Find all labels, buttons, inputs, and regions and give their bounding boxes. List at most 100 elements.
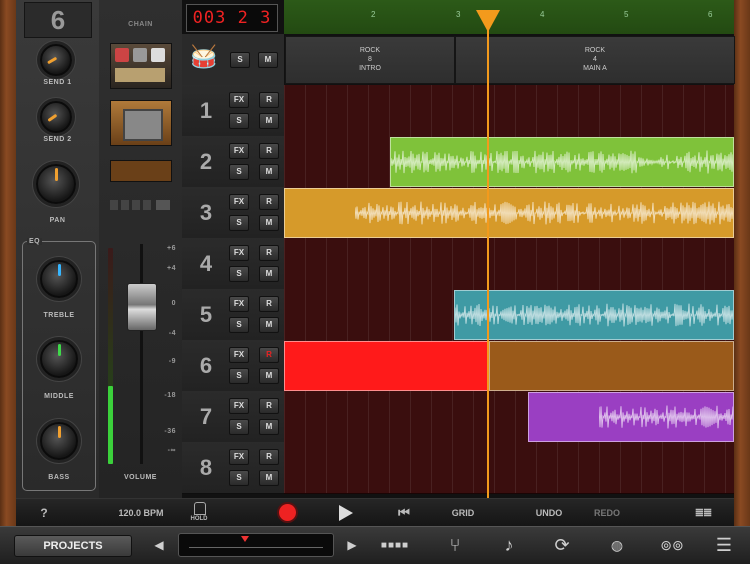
record-arm-button[interactable]: R — [259, 194, 279, 210]
track-header-3[interactable]: 3 FX R S M — [182, 187, 284, 239]
chain-title: CHAIN — [128, 21, 153, 28]
music-note-icon[interactable]: ♪ — [492, 527, 526, 564]
timeline-ruler[interactable]: 2 3 4 5 6 — [284, 0, 734, 34]
solo-button[interactable]: S — [229, 266, 249, 282]
track-lane-2[interactable] — [284, 136, 734, 188]
send2-knob[interactable] — [40, 101, 72, 133]
audio-region[interactable] — [454, 290, 734, 340]
fx-button[interactable]: FX — [229, 92, 249, 108]
fx-button[interactable]: FX — [229, 194, 249, 210]
record-button[interactable] — [279, 504, 296, 521]
record-arm-button[interactable]: R — [259, 296, 279, 312]
track-lane-4[interactable] — [284, 238, 734, 290]
audio-region[interactable] — [284, 341, 489, 391]
hold-icon[interactable] — [194, 502, 206, 515]
track-header-4[interactable]: 4 FX R S M — [182, 238, 284, 290]
fader-scale-mark: +6 — [167, 245, 176, 252]
fx-button[interactable]: FX — [229, 449, 249, 465]
scrub-right-icon[interactable]: ▶ — [335, 527, 369, 564]
solo-button[interactable]: S — [229, 113, 249, 129]
tuner-fork-icon[interactable]: ⑂ — [438, 527, 472, 564]
track-lane-8[interactable] — [284, 442, 734, 494]
drum-mute-button[interactable]: M — [258, 52, 278, 68]
track-lane-7[interactable] — [284, 391, 734, 443]
solo-button[interactable]: S — [229, 470, 249, 486]
track-lane-3[interactable] — [284, 187, 734, 239]
tempo-display[interactable]: 120.0 BPM — [111, 499, 171, 527]
solo-button[interactable]: S — [229, 317, 249, 333]
pan-knob[interactable] — [36, 164, 76, 204]
section-intro[interactable]: ROCK 8 INTRO — [285, 36, 455, 84]
audio-region[interactable] — [284, 188, 734, 238]
track-header-5[interactable]: 5 FX R S M — [182, 289, 284, 341]
mute-button[interactable]: M — [259, 368, 279, 384]
playhead-marker[interactable] — [476, 10, 500, 32]
help-button[interactable]: ? — [34, 499, 54, 527]
record-arm-button[interactable]: R — [259, 398, 279, 414]
track-header-6[interactable]: 6 FX R S M — [182, 340, 284, 392]
audio-region[interactable] — [528, 392, 734, 442]
audio-region[interactable] — [489, 341, 734, 391]
record-arm-button[interactable]: R — [259, 92, 279, 108]
mute-button[interactable]: M — [259, 113, 279, 129]
fx-button[interactable]: FX — [229, 398, 249, 414]
track-lane-1[interactable] — [284, 85, 734, 137]
rewind-to-start-icon[interactable]: ⏮ — [391, 499, 417, 527]
amp-thumbnail[interactable] — [110, 100, 172, 146]
play-button[interactable] — [339, 505, 353, 521]
solo-button[interactable]: S — [229, 368, 249, 384]
fx-button[interactable]: FX — [229, 245, 249, 261]
track-header-2[interactable]: 2 FX R S M — [182, 136, 284, 188]
section-main-a[interactable]: ROCK 4 MAIN A — [455, 36, 735, 84]
redo-button[interactable]: REDO — [588, 499, 626, 527]
fader-scale-mark: -4 — [168, 330, 176, 337]
undo-button[interactable]: UNDO — [530, 499, 568, 527]
waveform-view-icon[interactable]: ≣≣ — [690, 499, 716, 527]
drum-solo-button[interactable]: S — [230, 52, 250, 68]
tape-recorder-icon[interactable]: ⊚⊚ — [655, 527, 689, 564]
mute-button[interactable]: M — [259, 419, 279, 435]
fx-button[interactable]: FX — [229, 296, 249, 312]
loop-icon[interactable]: ⟳ — [545, 527, 579, 564]
middle-knob[interactable] — [40, 340, 78, 378]
track-lane-5[interactable] — [284, 289, 734, 341]
scrub-left-icon[interactable]: ◀ — [142, 527, 176, 564]
mute-button[interactable]: M — [259, 317, 279, 333]
bass-knob[interactable] — [40, 422, 78, 460]
effect-thumbnail[interactable] — [110, 160, 172, 182]
volume-label: VOLUME — [124, 474, 157, 481]
song-scrubber[interactable] — [178, 533, 334, 557]
track-lane-6[interactable] — [284, 340, 734, 392]
pedalboard-thumbnail[interactable] — [110, 43, 172, 89]
track-header-7[interactable]: 7 FX R S M — [182, 391, 284, 443]
send1-knob[interactable] — [40, 44, 72, 76]
record-arm-button[interactable]: R — [259, 245, 279, 261]
effect-switches[interactable] — [110, 200, 170, 212]
position-counter[interactable]: 003 2 3 — [186, 4, 278, 32]
fx-button[interactable]: FX — [229, 143, 249, 159]
fx-button[interactable]: FX — [229, 347, 249, 363]
track-header-1[interactable]: 1 FX R S M — [182, 85, 284, 137]
record-arm-button[interactable]: R — [259, 143, 279, 159]
treble-knob[interactable] — [40, 260, 78, 298]
volume-fader-handle[interactable] — [127, 283, 157, 331]
solo-button[interactable]: S — [229, 164, 249, 180]
solo-button[interactable]: S — [229, 419, 249, 435]
mute-button[interactable]: M — [259, 215, 279, 231]
mute-button[interactable]: M — [259, 266, 279, 282]
counter-beat: 2 — [237, 8, 249, 28]
record-arm-button[interactable]: R — [259, 449, 279, 465]
audio-region[interactable] — [390, 137, 734, 187]
solo-button[interactable]: S — [229, 215, 249, 231]
record-arm-button[interactable]: R — [259, 347, 279, 363]
projects-button[interactable]: PROJECTS — [14, 535, 132, 557]
menu-icon[interactable]: ☰ — [707, 527, 741, 564]
drum-icon[interactable]: ◍ — [600, 527, 634, 564]
mute-button[interactable]: M — [259, 164, 279, 180]
treble-label: TREBLE — [43, 312, 75, 319]
grid-button[interactable]: GRID — [446, 499, 480, 527]
track-header-8[interactable]: 8 FX R S M — [182, 442, 284, 494]
tracks-view-icon[interactable]: ■■■■ — [378, 527, 412, 564]
mute-button[interactable]: M — [259, 470, 279, 486]
track-number: 8 — [199, 455, 213, 480]
